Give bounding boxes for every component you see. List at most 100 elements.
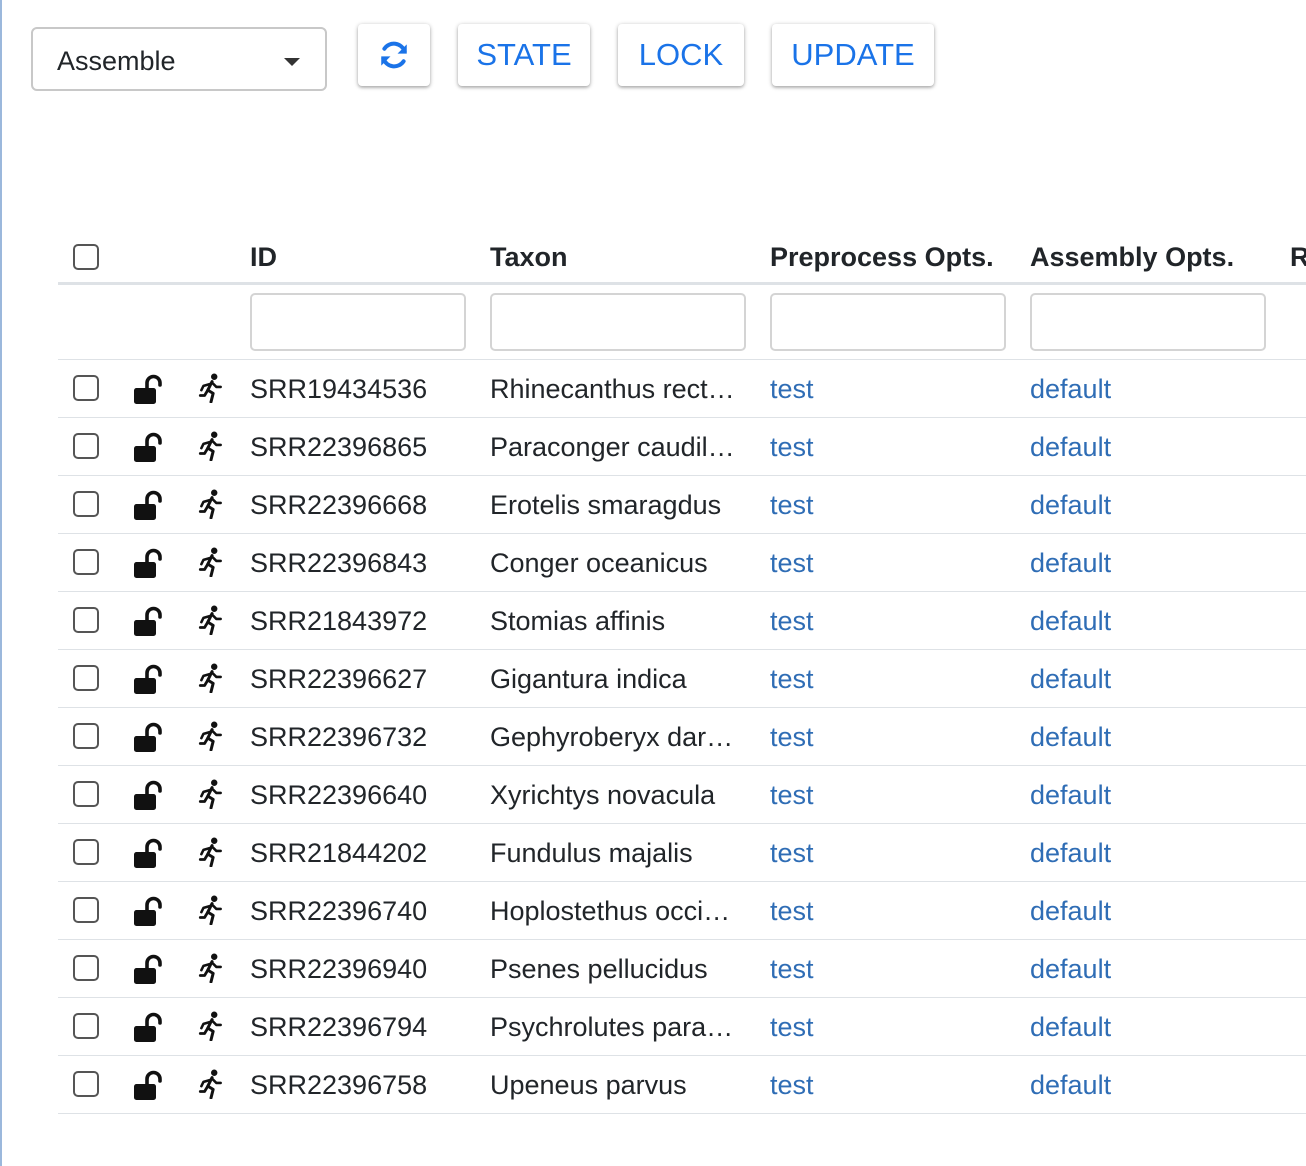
row-assembly-link[interactable]: default xyxy=(1030,490,1230,521)
row-assembly-link[interactable]: default xyxy=(1030,722,1230,753)
row-taxon: Hoplostethus occi… xyxy=(490,896,731,926)
row-checkbox[interactable] xyxy=(73,897,99,923)
row-preprocess-link[interactable]: test xyxy=(770,374,970,405)
table-row: SRR22396668 Erotelis smaragdus test defa… xyxy=(58,476,1306,534)
row-assembly-link[interactable]: default xyxy=(1030,1070,1230,1101)
column-header-id[interactable]: ID xyxy=(250,242,277,273)
unlocked-lock-icon[interactable] xyxy=(132,780,166,810)
row-checkbox[interactable] xyxy=(73,1013,99,1039)
running-person-icon[interactable] xyxy=(198,605,224,635)
refresh-button[interactable] xyxy=(358,24,430,86)
running-person-icon[interactable] xyxy=(198,1011,224,1041)
row-checkbox[interactable] xyxy=(73,607,99,633)
row-assembly-link[interactable]: default xyxy=(1030,838,1230,869)
running-person-icon[interactable] xyxy=(198,837,224,867)
row-checkbox[interactable] xyxy=(73,375,99,401)
row-assembly-link[interactable]: default xyxy=(1030,896,1230,927)
table-body: SRR19434536 Rhinecanthus rect… test defa… xyxy=(58,360,1306,1114)
row-taxon: Rhinecanthus rect… xyxy=(490,374,735,404)
row-preprocess-link[interactable]: test xyxy=(770,896,970,927)
unlocked-lock-icon[interactable] xyxy=(132,838,166,868)
unlocked-lock-icon[interactable] xyxy=(132,664,166,694)
unlocked-lock-icon[interactable] xyxy=(132,722,166,752)
table-row: SRR22396627 Gigantura indica test defaul… xyxy=(58,650,1306,708)
row-taxon: Gephyroberyx dar… xyxy=(490,722,734,752)
select-all-checkbox[interactable] xyxy=(73,244,99,270)
unlocked-lock-icon[interactable] xyxy=(132,954,166,984)
row-preprocess-link[interactable]: test xyxy=(770,606,970,637)
row-preprocess-link[interactable]: test xyxy=(770,722,970,753)
running-person-icon[interactable] xyxy=(198,1069,224,1099)
row-checkbox[interactable] xyxy=(73,665,99,691)
row-assembly-link[interactable]: default xyxy=(1030,432,1230,463)
row-preprocess-link[interactable]: test xyxy=(770,490,970,521)
row-preprocess-link[interactable]: test xyxy=(770,780,970,811)
running-person-icon[interactable] xyxy=(198,373,224,403)
table-row: SRR22396640 Xyrichtys novacula test defa… xyxy=(58,766,1306,824)
running-person-icon[interactable] xyxy=(198,721,224,751)
row-taxon: Fundulus majalis xyxy=(490,838,693,868)
running-person-icon[interactable] xyxy=(198,953,224,983)
running-person-icon[interactable] xyxy=(198,663,224,693)
row-preprocess-link[interactable]: test xyxy=(770,954,970,985)
row-assembly-link[interactable]: default xyxy=(1030,780,1230,811)
row-checkbox[interactable] xyxy=(73,781,99,807)
unlocked-lock-icon[interactable] xyxy=(132,606,166,636)
row-taxon: Gigantura indica xyxy=(490,664,687,694)
row-preprocess-link[interactable]: test xyxy=(770,838,970,869)
filter-row xyxy=(58,285,1306,360)
row-checkbox[interactable] xyxy=(73,955,99,981)
table-row: SRR22396940 Psenes pellucidus test defau… xyxy=(58,940,1306,998)
row-checkbox[interactable] xyxy=(73,1071,99,1097)
row-checkbox[interactable] xyxy=(73,723,99,749)
running-person-icon[interactable] xyxy=(198,779,224,809)
row-checkbox[interactable] xyxy=(73,549,99,575)
row-assembly-link[interactable]: default xyxy=(1030,548,1230,579)
running-person-icon[interactable] xyxy=(198,431,224,461)
lock-button[interactable]: LOCK xyxy=(618,24,744,86)
row-preprocess-link[interactable]: test xyxy=(770,432,970,463)
row-preprocess-link[interactable]: test xyxy=(770,1012,970,1043)
unlocked-lock-icon[interactable] xyxy=(132,374,166,404)
row-assembly-link[interactable]: default xyxy=(1030,1012,1230,1043)
row-id: SRR22396758 xyxy=(250,1070,428,1100)
unlocked-lock-icon[interactable] xyxy=(132,548,166,578)
row-checkbox[interactable] xyxy=(73,839,99,865)
row-preprocess-link[interactable]: test xyxy=(770,664,970,695)
row-preprocess-link[interactable]: test xyxy=(770,548,970,579)
row-taxon: Psenes pellucidus xyxy=(490,954,708,984)
running-person-icon[interactable] xyxy=(198,547,224,577)
column-header-taxon[interactable]: Taxon xyxy=(490,242,568,273)
update-button[interactable]: UPDATE xyxy=(772,24,934,86)
id-filter-input[interactable] xyxy=(250,293,466,351)
row-assembly-link[interactable]: default xyxy=(1030,374,1230,405)
row-taxon: Stomias affinis xyxy=(490,606,666,636)
assembly-filter-input[interactable] xyxy=(1030,293,1266,351)
unlocked-lock-icon[interactable] xyxy=(132,490,166,520)
table-row: SRR21844202 Fundulus majalis test defaul… xyxy=(58,824,1306,882)
row-assembly-link[interactable]: default xyxy=(1030,664,1230,695)
table-row: SRR22396740 Hoplostethus occi… test defa… xyxy=(58,882,1306,940)
row-id: SRR22396640 xyxy=(250,780,428,810)
unlocked-lock-icon[interactable] xyxy=(132,1012,166,1042)
running-person-icon[interactable] xyxy=(198,489,224,519)
row-checkbox[interactable] xyxy=(73,491,99,517)
preprocess-filter-input[interactable] xyxy=(770,293,1006,351)
column-header-preprocess[interactable]: Preprocess Opts. xyxy=(770,242,994,273)
row-assembly-link[interactable]: default xyxy=(1030,954,1230,985)
taxon-filter-input[interactable] xyxy=(490,293,746,351)
row-checkbox[interactable] xyxy=(73,433,99,459)
row-preprocess-link[interactable]: test xyxy=(770,1070,970,1101)
unlocked-lock-icon[interactable] xyxy=(132,432,166,462)
row-id: SRR22396732 xyxy=(250,722,428,752)
refresh-icon xyxy=(381,41,407,69)
unlocked-lock-icon[interactable] xyxy=(132,896,166,926)
row-assembly-link[interactable]: default xyxy=(1030,606,1230,637)
state-button[interactable]: STATE xyxy=(458,24,590,86)
running-person-icon[interactable] xyxy=(198,895,224,925)
unlocked-lock-icon[interactable] xyxy=(132,1070,166,1100)
column-header-truncated[interactable]: R xyxy=(1290,242,1306,273)
table-row: SRR22396843 Conger oceanicus test defaul… xyxy=(58,534,1306,592)
column-header-assembly[interactable]: Assembly Opts. xyxy=(1030,242,1234,273)
mode-dropdown[interactable]: Assemble xyxy=(31,27,327,91)
